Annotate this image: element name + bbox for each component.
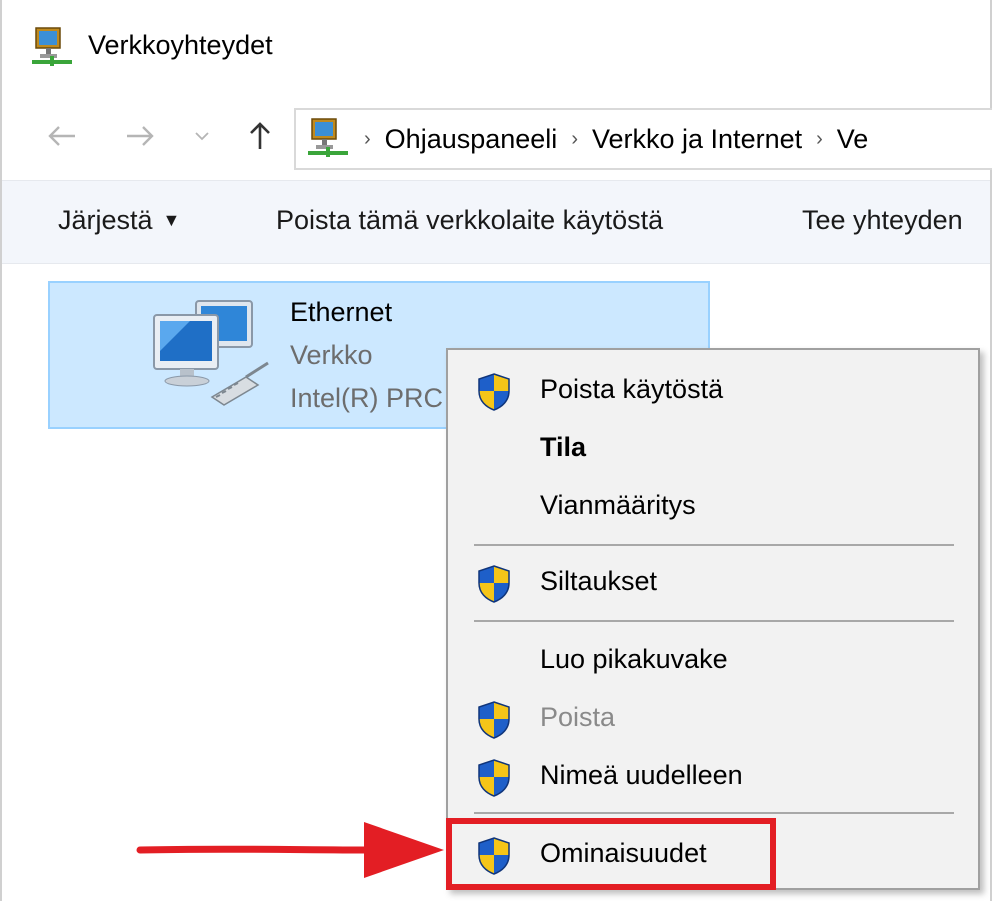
highlight-box: [446, 818, 776, 890]
network-connections-icon: [32, 27, 72, 66]
context-menu: Poista käytöstä Tila Vianmääritys Siltau…: [446, 348, 980, 890]
breadcrumb-control-panel[interactable]: Ohjauspaneeli: [385, 124, 558, 155]
breadcrumb-network-internet[interactable]: Verkko ja Internet: [592, 124, 802, 155]
menu-item-disable[interactable]: Poista käytöstä: [448, 364, 978, 416]
navigation-bar: › Ohjauspaneeli › Verkko ja Internet › V…: [2, 96, 992, 180]
back-button[interactable]: [40, 114, 84, 158]
menu-item-diagnose[interactable]: Vianmääritys: [448, 480, 978, 532]
menu-item-status[interactable]: Tila: [448, 422, 978, 474]
menu-item-rename[interactable]: Nimeä uudelleen: [448, 750, 978, 802]
window-title: Verkkoyhteydet: [88, 30, 273, 60]
menu-item-bridge[interactable]: Siltaukset: [448, 556, 978, 608]
up-button[interactable]: [238, 114, 282, 158]
network-connections-window: Verkkoyhteydet › Ohjauspaneeli › Verkko …: [0, 0, 992, 901]
menu-item-label: Vianmääritys: [540, 490, 696, 520]
chevron-right-icon[interactable]: ›: [816, 128, 823, 151]
up-arrow-icon: [250, 122, 270, 149]
disable-device-button[interactable]: Poista tämä verkkolaite käytöstä: [276, 205, 663, 236]
connection-name: Ethernet: [290, 297, 393, 327]
forward-button[interactable]: [118, 114, 162, 158]
chevron-right-icon[interactable]: ›: [571, 128, 578, 151]
connection-adapter: Intel(R) PRC: [290, 383, 444, 413]
menu-separator: [474, 544, 954, 546]
menu-item-label: Nimeä uudelleen: [540, 760, 743, 790]
organize-menu-button[interactable]: Järjestä ▼: [58, 205, 180, 236]
caret-down-icon: ▼: [162, 210, 181, 230]
chevron-right-icon[interactable]: ›: [364, 128, 371, 151]
recent-locations-button[interactable]: [188, 114, 216, 158]
menu-item-label: Luo pikakuvake: [540, 644, 728, 674]
menu-item-label: Siltaukset: [540, 566, 658, 596]
uac-shield-icon: [478, 565, 510, 603]
breadcrumb-network-connections[interactable]: Ve: [837, 124, 869, 155]
menu-item-label: Poista käytöstä: [540, 374, 724, 404]
menu-item-label: Tila: [540, 432, 587, 462]
red-arrow-icon: [136, 822, 444, 878]
menu-item-create-shortcut[interactable]: Luo pikakuvake: [448, 634, 978, 686]
command-bar: Järjestä ▼ Poista tämä verkkolaite käytös…: [2, 180, 990, 264]
menu-separator: [474, 620, 954, 622]
menu-separator: [474, 812, 954, 814]
network-adapter-icon: [153, 300, 269, 406]
address-bar[interactable]: › Ohjauspaneeli › Verkko ja Internet › V…: [294, 108, 992, 170]
uac-shield-icon: [478, 701, 510, 739]
forward-arrow-icon: [127, 126, 154, 146]
back-arrow-icon: [48, 126, 75, 146]
chevron-down-icon: [195, 132, 209, 141]
menu-item-delete: Poista: [448, 692, 978, 744]
diagnose-connection-button[interactable]: Tee yhteyden: [802, 205, 963, 236]
menu-item-label: Poista: [540, 702, 616, 732]
title-bar: Verkkoyhteydet: [2, 0, 990, 96]
control-panel-icon: [308, 118, 348, 157]
uac-shield-icon: [478, 759, 510, 797]
uac-shield-icon: [478, 373, 510, 411]
connection-type: Verkko: [290, 340, 373, 370]
organize-label: Järjestä: [58, 205, 153, 235]
